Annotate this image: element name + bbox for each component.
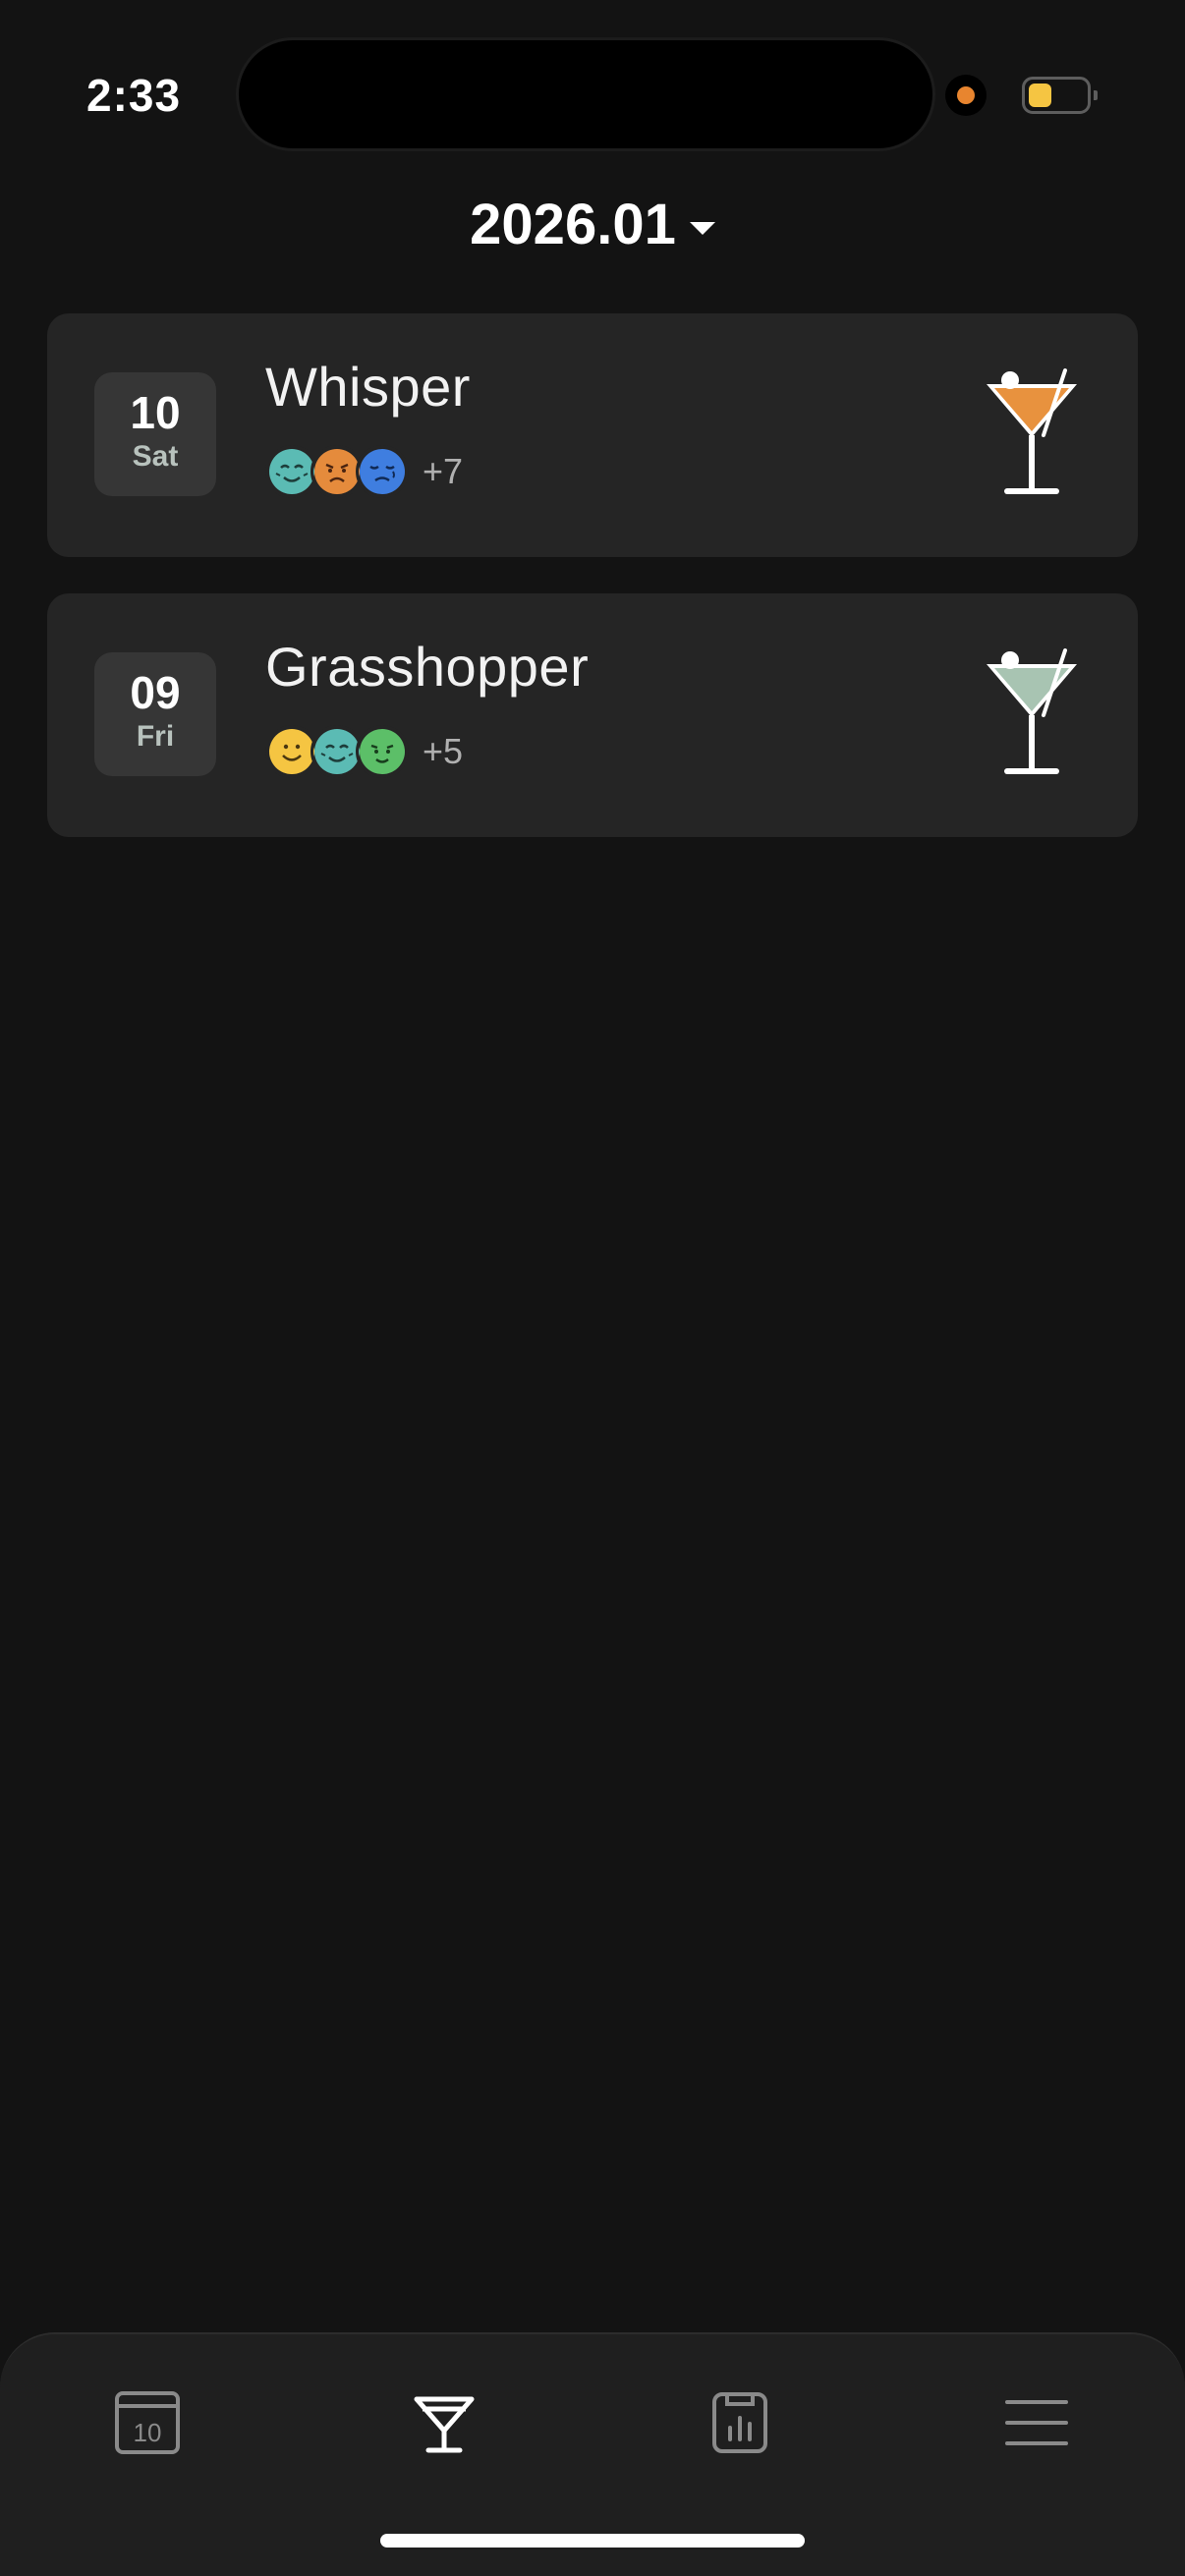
more-moods-count: +5 <box>423 731 464 771</box>
calendar-day-label: 10 <box>134 2418 162 2447</box>
dynamic-island <box>236 37 935 151</box>
cocktail-glass-icon <box>983 646 1085 789</box>
cocktail-name: Whisper <box>265 356 471 418</box>
tab-calendar[interactable]: 10 <box>69 2374 226 2472</box>
month-selector[interactable]: 2026.01 <box>0 192 1185 257</box>
entry-card[interactable]: 10 Sat Whisper +7 <box>47 313 1138 557</box>
date-badge: 10 Sat <box>94 372 216 496</box>
mood-sad-blue-icon <box>356 445 409 498</box>
date-badge: 09 Fri <box>94 652 216 776</box>
date-day: 10 <box>130 387 181 438</box>
mood-row: +5 <box>265 725 463 778</box>
month-title: 2026.01 <box>470 193 676 256</box>
mood-content-green-icon <box>356 725 409 778</box>
mood-row: +7 <box>265 445 463 498</box>
calendar-icon: 10 <box>115 2391 180 2454</box>
date-weekday: Fri <box>136 720 175 753</box>
status-time: 2:33 <box>86 70 182 121</box>
entry-card[interactable]: 09 Fri Grasshopper +5 <box>47 593 1138 837</box>
caret-down-icon <box>689 222 715 235</box>
tab-menu[interactable] <box>958 2374 1115 2472</box>
menu-icon <box>1005 2400 1068 2445</box>
more-moods-count: +7 <box>423 451 464 491</box>
camera-indicator-icon <box>945 75 987 116</box>
cocktail-glass-icon <box>983 366 1085 509</box>
cocktail-icon <box>414 2396 475 2453</box>
date-day: 09 <box>130 667 181 718</box>
cocktail-name: Grasshopper <box>265 636 590 698</box>
battery-fill <box>1029 84 1051 107</box>
stats-icon <box>712 2392 767 2453</box>
date-weekday: Sat <box>132 440 179 473</box>
tab-cocktails[interactable] <box>366 2374 523 2472</box>
battery-icon <box>1022 77 1098 114</box>
tab-stats[interactable] <box>661 2374 818 2472</box>
home-indicator[interactable] <box>380 2534 805 2548</box>
